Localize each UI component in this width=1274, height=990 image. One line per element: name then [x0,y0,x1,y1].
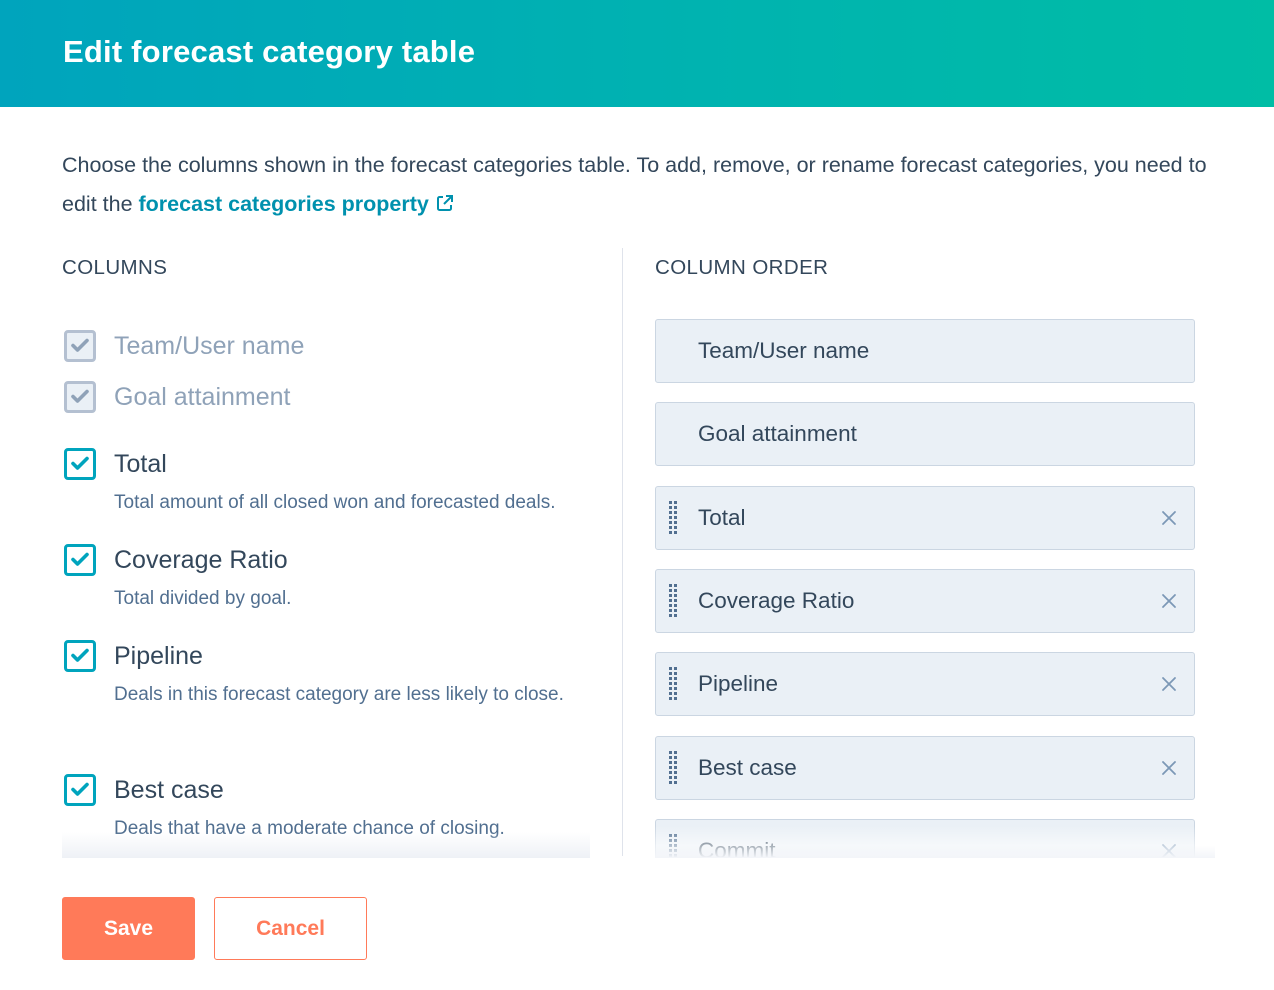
column-order-item[interactable]: Total [655,485,1195,550]
columns-list[interactable]: Team/User name Goal attainment Total Total … [62,320,592,857]
checkbox[interactable] [64,448,96,480]
checkmark-icon [71,552,89,566]
checkmark-icon [71,648,89,662]
checkmark-icon [71,456,89,470]
remove-column-icon[interactable] [1160,509,1178,527]
dialog-title: Edit forecast category table [63,34,476,69]
intro-text: Choose the columns shown in the forecast… [62,146,1212,224]
column-option-label: Coverage Ratio [114,546,288,574]
drag-handle-icon[interactable] [669,500,679,537]
checkbox[interactable] [64,640,96,672]
column-order-item: Goal attainment [655,402,1195,467]
column-order-item[interactable]: Pipeline [655,652,1195,717]
column-order-item: Team/User name [655,319,1195,383]
column-option-label: Pipeline [114,642,203,670]
column-order-list[interactable]: Team/User name Goal attainment Total Covera… [655,318,1215,857]
drag-handle-icon[interactable] [669,750,679,787]
link-label: forecast categories property [138,192,429,216]
external-link-icon [436,195,453,211]
column-order-label: Coverage Ratio [698,587,855,613]
column-order-label: Team/User name [698,338,870,363]
column-order-label: Best case [698,754,797,780]
column-option-label: Team/User name [114,332,305,360]
column-order-label: Total [698,504,746,530]
dialog-header: Edit forecast category table [0,0,1274,107]
checkbox[interactable] [64,544,96,576]
column-option-description: Total amount of all closed won and forec… [114,492,556,513]
remove-column-icon[interactable] [1160,592,1178,610]
checkbox [64,330,96,362]
remove-column-icon[interactable] [1160,759,1178,777]
column-order-label: Pipeline [698,671,779,697]
drag-handle-icon[interactable] [669,583,679,620]
pane-divider [622,248,623,856]
column-order-label: Goal attainment [698,421,857,447]
column-order-item[interactable]: Coverage Ratio [655,568,1195,633]
remove-column-icon[interactable] [1160,675,1178,693]
column-option-description: Total divided by goal. [114,588,292,609]
column-option-label: Total [114,450,167,478]
column-option-label: Best case [114,776,224,804]
column-order-heading: COLUMN ORDER [655,256,829,279]
columns-heading: COLUMNS [62,256,168,279]
checkmark-icon [71,782,89,796]
column-option-label: Goal attainment [114,383,291,411]
column-order-item[interactable]: Best case [655,735,1195,800]
cancel-button[interactable]: Cancel [214,897,367,960]
checkbox [64,381,96,413]
scroll-fade [62,832,590,858]
column-option-description: Deals in this forecast category are less… [114,684,564,705]
checkmark-icon [71,338,89,352]
scroll-fade [655,826,1215,858]
checkmark-icon [71,389,89,403]
save-button[interactable]: Save [62,897,195,960]
checkbox[interactable] [64,774,96,806]
forecast-categories-property-link[interactable]: forecast categories property [139,192,455,216]
drag-handle-icon[interactable] [669,667,679,703]
